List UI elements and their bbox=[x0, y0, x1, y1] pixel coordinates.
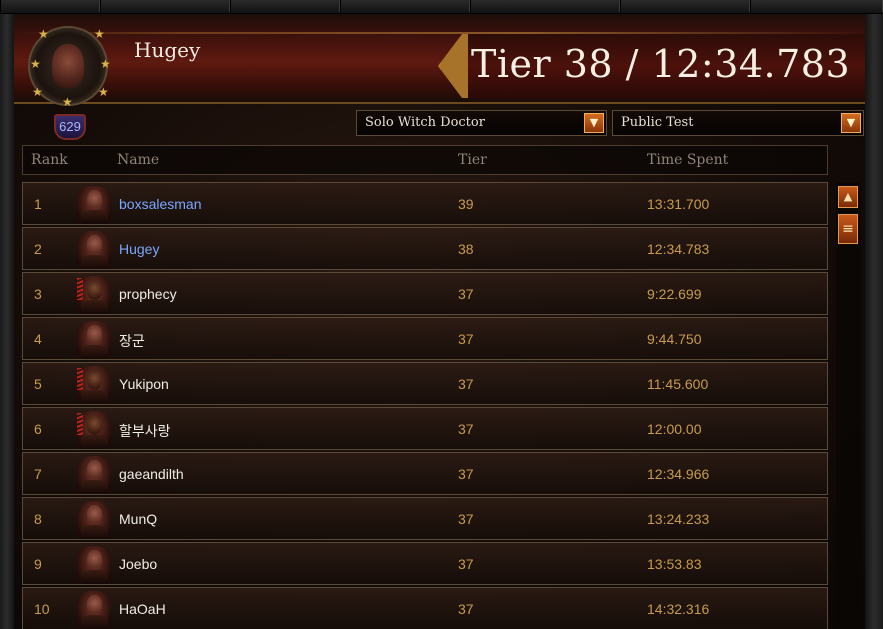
player-name[interactable]: 장군 bbox=[119, 331, 145, 351]
player-name-link[interactable]: boxsalesman bbox=[119, 196, 202, 212]
tier-column-header[interactable]: Tier bbox=[458, 152, 487, 168]
time-cell: 13:31.700 bbox=[647, 196, 710, 212]
star-icon: ★ bbox=[94, 27, 105, 41]
tier-cell: 39 bbox=[458, 196, 474, 212]
chevron-down-icon[interactable]: ▼ bbox=[584, 113, 604, 133]
tier-cell: 37 bbox=[458, 556, 474, 572]
player-portrait bbox=[77, 591, 111, 629]
tier-cell: 37 bbox=[458, 466, 474, 482]
window-left-border bbox=[0, 14, 14, 629]
rank-cell: 10 bbox=[34, 601, 50, 617]
class-select-value: Solo Witch Doctor bbox=[365, 115, 485, 130]
table-row[interactable]: 1 boxsalesman 39 13:31.700 bbox=[22, 182, 828, 225]
star-icon: ★ bbox=[98, 85, 109, 99]
window-top-strip bbox=[0, 0, 883, 14]
player-crest[interactable]: ★ ★ ★ ★ ★ ★ ★ 629 bbox=[22, 14, 114, 142]
time-cell: 12:00.00 bbox=[647, 421, 702, 437]
player-name[interactable]: MunQ bbox=[119, 511, 157, 527]
time-cell: 13:24.233 bbox=[647, 511, 710, 527]
rank-cell: 4 bbox=[34, 331, 42, 347]
player-name[interactable]: prophecy bbox=[119, 286, 177, 302]
tier-cell: 37 bbox=[458, 511, 474, 527]
time-column-header[interactable]: Time Spent bbox=[647, 152, 728, 168]
star-icon: ★ bbox=[62, 95, 73, 109]
table-row[interactable]: 9 Joebo 37 13:53.83 bbox=[22, 542, 828, 585]
name-column-header[interactable]: Name bbox=[117, 152, 159, 168]
rank-cell: 5 bbox=[34, 376, 42, 392]
time-cell: 12:34.966 bbox=[647, 466, 710, 482]
player-portrait bbox=[77, 411, 111, 449]
star-icon: ★ bbox=[32, 85, 43, 99]
paragon-level-badge: 629 bbox=[54, 114, 86, 140]
result-title: Tier 38 / 12:34.783 bbox=[471, 42, 851, 86]
time-cell: 14:32.316 bbox=[647, 601, 710, 617]
player-name[interactable]: gaeandilth bbox=[119, 466, 184, 482]
player-portrait bbox=[77, 276, 111, 314]
player-name: Hugey bbox=[134, 38, 201, 62]
tier-cell: 38 bbox=[458, 241, 474, 257]
table-row[interactable]: 4 장군 37 9:44.750 bbox=[22, 317, 828, 360]
rank-cell: 2 bbox=[34, 241, 42, 257]
player-portrait bbox=[77, 546, 111, 584]
rank-cell: 3 bbox=[34, 286, 42, 302]
table-row[interactable]: 3 prophecy 37 9:22.699 bbox=[22, 272, 828, 315]
table-row[interactable]: 5 Yukipon 37 11:45.600 bbox=[22, 362, 828, 405]
scrollbar-track[interactable] bbox=[836, 182, 861, 629]
star-icon: ★ bbox=[100, 57, 111, 71]
rank-cell: 9 bbox=[34, 556, 42, 572]
table-row[interactable]: 8 MunQ 37 13:24.233 bbox=[22, 497, 828, 540]
tier-cell: 37 bbox=[458, 421, 474, 437]
rank-cell: 8 bbox=[34, 511, 42, 527]
player-portrait bbox=[77, 321, 111, 359]
arrow-up-icon[interactable]: ▲ bbox=[838, 186, 858, 208]
time-cell: 12:34.783 bbox=[647, 241, 710, 257]
tier-cell: 37 bbox=[458, 601, 474, 617]
player-name[interactable]: HaOaH bbox=[119, 601, 166, 617]
table-row[interactable]: 6 할부사랑 37 12:00.00 bbox=[22, 407, 828, 450]
rank-cell: 6 bbox=[34, 421, 42, 437]
player-portrait bbox=[77, 366, 111, 404]
time-cell: 13:53.83 bbox=[647, 556, 702, 572]
class-select[interactable]: Solo Witch Doctor ▼ bbox=[356, 110, 607, 136]
tier-cell: 37 bbox=[458, 376, 474, 392]
region-select[interactable]: Public Test ▼ bbox=[612, 110, 864, 136]
star-icon: ★ bbox=[30, 57, 41, 71]
player-portrait bbox=[77, 186, 111, 224]
player-name[interactable]: 할부사랑 bbox=[119, 421, 171, 441]
player-portrait bbox=[52, 44, 84, 88]
table-row[interactable]: 2 Hugey 38 12:34.783 bbox=[22, 227, 828, 270]
time-cell: 9:22.699 bbox=[647, 286, 702, 302]
player-portrait bbox=[77, 231, 111, 269]
time-cell: 9:44.750 bbox=[647, 331, 702, 347]
player-portrait bbox=[77, 501, 111, 539]
rank-cell: 1 bbox=[34, 196, 42, 212]
player-name[interactable]: Joebo bbox=[119, 556, 157, 572]
table-header: Rank Name Tier Time Spent bbox=[22, 145, 828, 175]
player-portrait bbox=[77, 456, 111, 494]
time-cell: 11:45.600 bbox=[647, 376, 709, 392]
player-name-link[interactable]: Hugey bbox=[119, 241, 159, 257]
tier-cell: 37 bbox=[458, 286, 474, 302]
tier-cell: 37 bbox=[458, 331, 474, 347]
star-icon: ★ bbox=[38, 27, 49, 41]
rank-column-header[interactable]: Rank bbox=[31, 152, 68, 168]
scrollbar-thumb[interactable]: ≡ bbox=[838, 214, 858, 244]
table-row[interactable]: 10 HaOaH 37 14:32.316 bbox=[22, 587, 828, 629]
table-row[interactable]: 7 gaeandilth 37 12:34.966 bbox=[22, 452, 828, 495]
region-select-value: Public Test bbox=[621, 115, 694, 130]
leaderboard-window: Hugey Tier 38 / 12:34.783 ★ ★ ★ ★ ★ ★ ★ … bbox=[0, 0, 883, 629]
player-name[interactable]: Yukipon bbox=[119, 376, 169, 392]
rank-cell: 7 bbox=[34, 466, 42, 482]
chevron-down-icon[interactable]: ▼ bbox=[841, 113, 861, 133]
window-right-border bbox=[865, 14, 883, 629]
